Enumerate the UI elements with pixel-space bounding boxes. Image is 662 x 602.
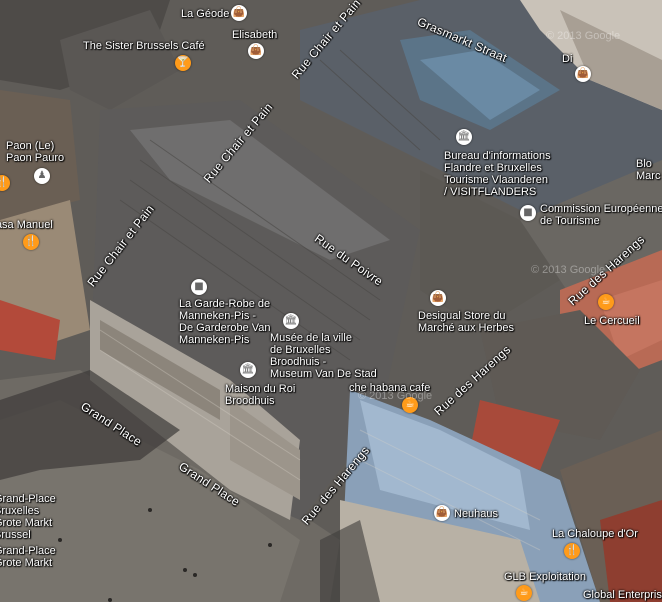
poi-label-le-cercueil[interactable]: Le Cercueil bbox=[584, 315, 640, 327]
shopping-bag-icon[interactable]: 👜 bbox=[575, 66, 591, 82]
poi-label-la-geode[interactable]: La Géode bbox=[181, 8, 229, 20]
poi-label-di[interactable]: Di bbox=[562, 53, 572, 65]
museum-icon[interactable]: 🏛 bbox=[283, 313, 299, 329]
aerial-imagery bbox=[0, 0, 662, 602]
cafe-icon[interactable]: ☕ bbox=[598, 294, 614, 310]
shopping-bag-icon[interactable]: 👜 bbox=[430, 290, 446, 306]
poi-label-casa-manuel[interactable]: Casa Manuel bbox=[0, 219, 53, 231]
museum-icon[interactable]: 🏛 bbox=[240, 362, 256, 378]
info-icon[interactable]: 🏛 bbox=[456, 129, 472, 145]
map-watermark: © 2013 Google bbox=[531, 264, 606, 276]
place-icon[interactable]: ♟ bbox=[34, 168, 50, 184]
poi-label-global-enterprise[interactable]: Global Enterprise bbox=[583, 589, 662, 601]
place-icon[interactable]: ■ bbox=[520, 205, 536, 221]
cafe-icon[interactable]: ☕ bbox=[516, 585, 532, 601]
poi-label-chaloupe-dor[interactable]: La Chaloupe d'Or bbox=[552, 528, 638, 540]
shopping-bag-icon[interactable]: 👜 bbox=[248, 43, 264, 59]
restaurant-icon[interactable]: 🍴 bbox=[23, 234, 39, 250]
poi-label-garde-robe[interactable]: La Garde-Robe de Manneken-Pis - De Garde… bbox=[179, 298, 271, 346]
shopping-bag-icon[interactable]: 👜 bbox=[434, 505, 450, 521]
poi-label-sister-cafe[interactable]: The Sister Brussels Café bbox=[83, 40, 205, 52]
shopping-bag-icon[interactable]: 👜 bbox=[231, 5, 247, 21]
poi-label-bureau[interactable]: Bureau d'informations Flandre et Bruxell… bbox=[444, 150, 551, 198]
poi-label-desigual[interactable]: Desigual Store du Marché aux Herbes bbox=[418, 310, 514, 334]
poi-label-blo[interactable]: Blo Marc bbox=[636, 158, 660, 182]
poi-label-grand-place[interactable]: Grand-Place Bruxelles Grote Markt Brusse… bbox=[0, 493, 56, 541]
poi-label-elisabeth[interactable]: Elisabeth bbox=[232, 29, 277, 41]
poi-label-musee[interactable]: Musée de la ville de Bruxelles Broodhuis… bbox=[270, 332, 377, 380]
map-watermark: © 2013 Google bbox=[546, 30, 621, 42]
poi-label-commission[interactable]: Commission Européenne de Tourisme bbox=[540, 203, 662, 227]
restaurant-icon[interactable]: 🍴 bbox=[564, 543, 580, 559]
poi-label-glb[interactable]: GLB Exploitation bbox=[504, 571, 586, 583]
poi-label-paon[interactable]: Paon (Le) Paon Pauro bbox=[6, 140, 64, 164]
poi-label-neuhaus[interactable]: Neuhaus bbox=[454, 508, 498, 520]
place-icon[interactable]: ■ bbox=[191, 279, 207, 295]
bar-icon[interactable]: 🍸 bbox=[175, 55, 191, 71]
map-watermark: © 2013 Google bbox=[358, 390, 433, 402]
aerial-map[interactable]: Grasmarkt Straat Rue Chair et Pain Rue C… bbox=[0, 0, 662, 602]
poi-label-grand-place-2[interactable]: Grand-Place Grote Markt bbox=[0, 545, 56, 569]
poi-label-maison-du-roi[interactable]: Maison du Roi Broodhuis bbox=[225, 383, 295, 407]
